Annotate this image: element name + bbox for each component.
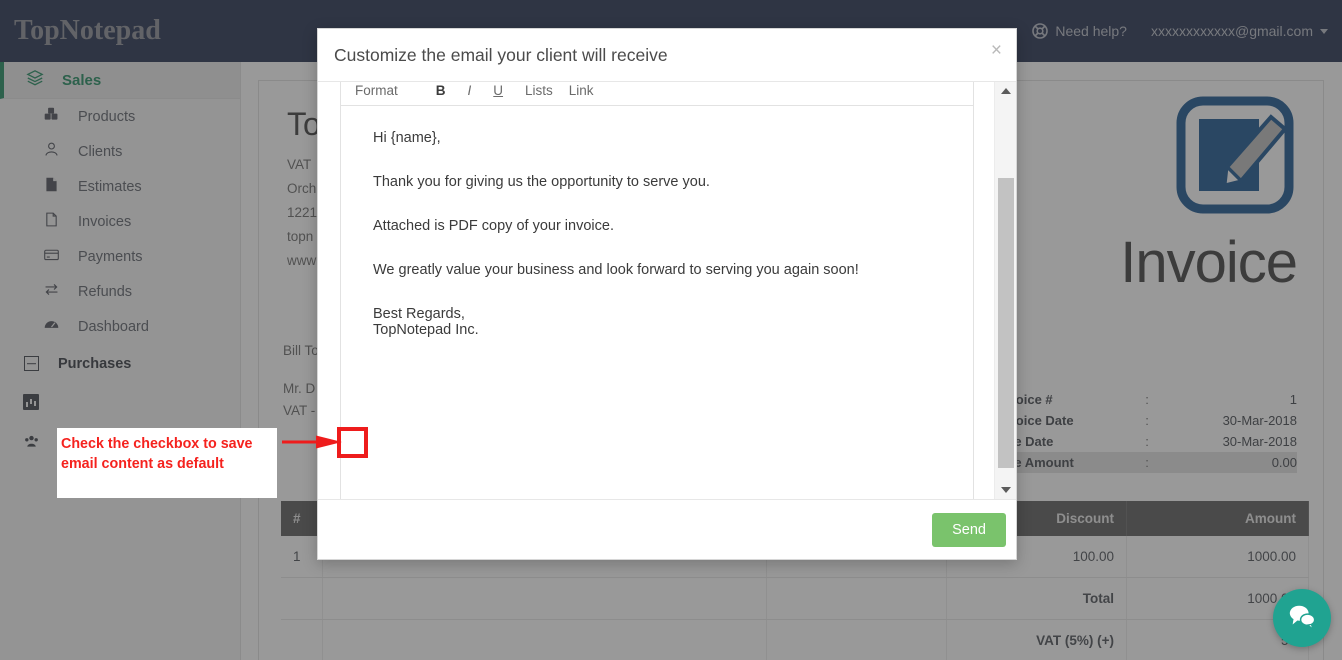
chevron-down-icon[interactable]	[995, 481, 1016, 499]
email-body-line: Thank you for giving us the opportunity …	[373, 174, 710, 190]
close-icon[interactable]: ×	[991, 41, 1002, 60]
chat-widget-button[interactable]	[1273, 589, 1331, 647]
email-customize-modal: Customize the email your client will rec…	[317, 28, 1017, 560]
bold-button[interactable]: B	[414, 83, 468, 98]
scrollbar-thumb[interactable]	[998, 178, 1014, 468]
highlight-rectangle	[337, 427, 368, 458]
modal-title: Customize the email your client will rec…	[334, 44, 668, 65]
modal-header: Customize the email your client will rec…	[318, 29, 1016, 82]
underline-button[interactable]: U	[493, 83, 525, 98]
modal-scroll-content: Format B I U Lists Link Hi {name}, Thank…	[318, 82, 994, 499]
annotation-line-1: Check the checkbox to save	[61, 436, 253, 452]
annotation-callout: Check the checkbox to save email content…	[57, 428, 277, 498]
modal-body: Format B I U Lists Link Hi {name}, Thank…	[318, 82, 1016, 499]
rich-text-toolbar: Format B I U Lists Link	[340, 82, 974, 105]
email-body-editor[interactable]: Hi {name}, Thank you for giving us the o…	[340, 105, 974, 499]
lists-button[interactable]: Lists	[525, 83, 569, 98]
modal-vertical-scrollbar[interactable]	[994, 82, 1016, 499]
email-body-line: TopNotepad Inc.	[373, 322, 479, 338]
arrow-right-icon	[282, 434, 344, 450]
format-dropdown[interactable]: Format	[355, 83, 414, 98]
email-body-line: Hi {name},	[373, 130, 441, 146]
email-body-line: We greatly value your business and look …	[373, 262, 859, 278]
email-body-line: Attached is PDF copy of your invoice.	[373, 218, 614, 234]
annotation-line-2: email content as default	[61, 456, 224, 472]
send-button[interactable]: Send	[932, 512, 1006, 547]
email-body-line: Best Regards,	[373, 306, 465, 322]
link-button[interactable]: Link	[569, 83, 610, 98]
modal-footer: Send	[318, 499, 1016, 559]
app-root: TopNotepad Need help? xxxxxxxxxxxx@gmail…	[0, 0, 1342, 660]
chat-bubbles-icon	[1287, 601, 1317, 636]
italic-button[interactable]: I	[468, 83, 494, 98]
chevron-up-icon[interactable]	[995, 82, 1016, 100]
annotation-text: Check the checkbox to save email content…	[57, 428, 277, 474]
